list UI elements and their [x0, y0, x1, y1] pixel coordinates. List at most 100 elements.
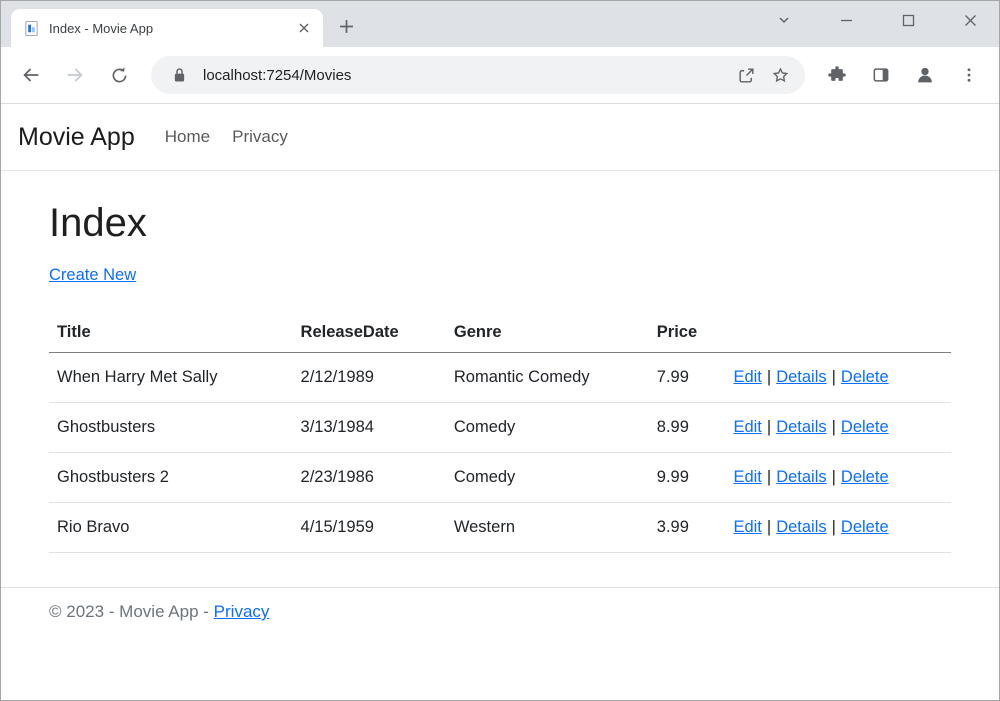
delete-link[interactable]: Delete	[841, 418, 889, 436]
minimize-button[interactable]	[833, 7, 859, 33]
bookmark-button[interactable]	[763, 58, 797, 92]
lock-icon	[173, 67, 186, 83]
tab-title: Index - Movie App	[49, 21, 293, 36]
site-footer: © 2023 - Movie App - Privacy	[1, 587, 999, 636]
cell-genre: Comedy	[446, 403, 649, 453]
tab-search-button[interactable]	[771, 7, 797, 33]
cell-release-date: 3/13/1984	[293, 403, 446, 453]
details-link[interactable]: Details	[776, 418, 826, 436]
minimize-icon	[840, 14, 853, 27]
edit-link[interactable]: Edit	[733, 418, 761, 436]
nav-link-privacy[interactable]: Privacy	[232, 127, 288, 147]
share-icon	[737, 66, 756, 85]
edit-link[interactable]: Edit	[733, 468, 761, 486]
table-header: Title ReleaseDate Genre Price	[49, 313, 951, 353]
page-title: Index	[49, 201, 951, 246]
chevron-down-icon	[777, 13, 791, 27]
details-link[interactable]: Details	[776, 518, 826, 536]
puzzle-icon	[827, 65, 847, 85]
cell-genre: Comedy	[446, 453, 649, 503]
cell-genre: Western	[446, 503, 649, 553]
url-text: localhost:7254/Movies	[203, 67, 729, 84]
delete-link[interactable]: Delete	[841, 518, 889, 536]
delete-link[interactable]: Delete	[841, 468, 889, 486]
nav-link-home[interactable]: Home	[165, 127, 210, 147]
details-link[interactable]: Details	[776, 368, 826, 386]
cell-actions: Edit | Details | Delete	[725, 353, 951, 403]
cell-price: 3.99	[649, 503, 726, 553]
back-button[interactable]	[11, 55, 51, 95]
close-icon	[298, 22, 310, 34]
table-row: Rio Bravo 4/15/1959 Western 3.99 Edit | De…	[49, 503, 951, 553]
navbar-brand[interactable]: Movie App	[18, 123, 135, 152]
cell-release-date: 2/23/1986	[293, 453, 446, 503]
maximize-icon	[902, 14, 915, 27]
header-actions	[725, 313, 951, 353]
action-separator: |	[767, 368, 771, 386]
header-genre: Genre	[446, 313, 649, 353]
table-row: Ghostbusters 3/13/1984 Comedy 8.99 Edit |…	[49, 403, 951, 453]
cell-release-date: 4/15/1959	[293, 503, 446, 553]
browser-tab[interactable]: Index - Movie App	[11, 9, 323, 47]
close-icon	[964, 14, 977, 27]
site-navbar: Movie App Home Privacy	[1, 104, 999, 171]
reload-button[interactable]	[99, 55, 139, 95]
action-separator: |	[832, 518, 836, 536]
table-row: When Harry Met Sally 2/12/1989 Romantic …	[49, 353, 951, 403]
cell-title: Ghostbusters	[49, 403, 293, 453]
plus-icon	[339, 19, 354, 34]
footer-privacy-link[interactable]: Privacy	[214, 602, 270, 621]
action-separator: |	[767, 468, 771, 486]
side-panel-icon	[871, 65, 891, 85]
browser-window: Index - Movie App	[0, 0, 1000, 701]
action-separator: |	[767, 418, 771, 436]
forward-arrow-icon	[64, 64, 86, 86]
star-icon	[771, 66, 790, 85]
create-new-link[interactable]: Create New	[49, 266, 136, 284]
edit-link[interactable]: Edit	[733, 368, 761, 386]
cell-price: 8.99	[649, 403, 726, 453]
cell-actions: Edit | Details | Delete	[725, 403, 951, 453]
movies-table: Title ReleaseDate Genre Price When Harry…	[49, 313, 951, 553]
page-content: Movie App Home Privacy Index Create New …	[1, 104, 999, 700]
side-panel-button[interactable]	[861, 55, 901, 95]
extensions-button[interactable]	[817, 55, 857, 95]
page-favicon-icon	[23, 20, 40, 37]
cell-actions: Edit | Details | Delete	[725, 453, 951, 503]
main-content: Index Create New Title ReleaseDate Genre…	[1, 171, 999, 553]
action-separator: |	[832, 368, 836, 386]
header-price: Price	[649, 313, 726, 353]
window-controls	[771, 7, 983, 33]
cell-actions: Edit | Details | Delete	[725, 503, 951, 553]
cell-price: 7.99	[649, 353, 726, 403]
header-release-date: ReleaseDate	[293, 313, 446, 353]
header-title: Title	[49, 313, 293, 353]
reload-icon	[109, 65, 130, 86]
tab-strip: Index - Movie App	[1, 1, 999, 47]
tab-close-button[interactable]	[293, 17, 315, 39]
forward-button[interactable]	[55, 55, 95, 95]
cell-price: 9.99	[649, 453, 726, 503]
details-link[interactable]: Details	[776, 468, 826, 486]
action-separator: |	[832, 468, 836, 486]
cell-title: When Harry Met Sally	[49, 353, 293, 403]
new-tab-button[interactable]	[331, 11, 361, 41]
share-button[interactable]	[729, 58, 763, 92]
cell-title: Rio Bravo	[49, 503, 293, 553]
edit-link[interactable]: Edit	[733, 518, 761, 536]
delete-link[interactable]: Delete	[841, 368, 889, 386]
cell-title: Ghostbusters 2	[49, 453, 293, 503]
profile-button[interactable]	[905, 55, 945, 95]
kebab-menu-icon	[960, 66, 978, 84]
site-info-button[interactable]	[167, 63, 191, 87]
close-window-button[interactable]	[957, 7, 983, 33]
avatar-icon	[914, 64, 936, 86]
address-bar[interactable]: localhost:7254/Movies	[151, 56, 805, 94]
browser-menu-button[interactable]	[949, 55, 989, 95]
action-separator: |	[832, 418, 836, 436]
browser-toolbar: localhost:7254/Movies	[1, 47, 999, 104]
cell-release-date: 2/12/1989	[293, 353, 446, 403]
copyright-text: © 2023 - Movie App -	[49, 602, 214, 621]
maximize-button[interactable]	[895, 7, 921, 33]
action-separator: |	[767, 518, 771, 536]
